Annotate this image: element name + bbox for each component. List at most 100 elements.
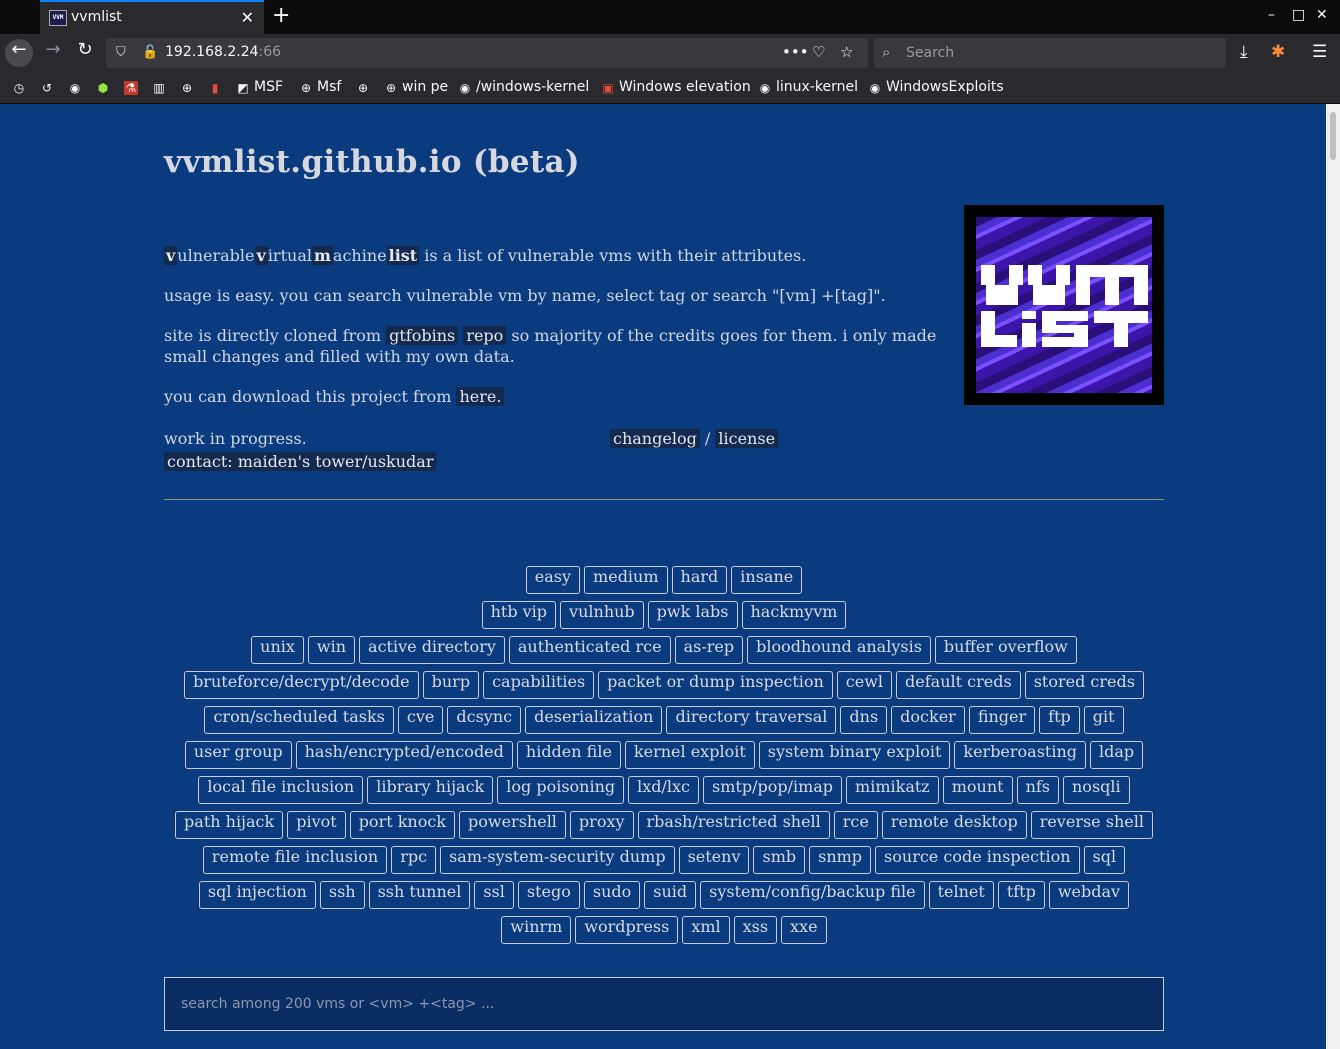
bookmark-globe[interactable]: ⊕ — [180, 79, 198, 95]
bookmark-linux-kernel[interactable]: ◉ linux-kernel — [758, 79, 858, 95]
tag-button[interactable]: snmp — [809, 846, 872, 874]
tag-button[interactable]: hash/encrypted/encoded — [295, 741, 513, 769]
tag-button[interactable]: docker — [891, 706, 965, 734]
tag-button[interactable]: local file inclusion — [198, 776, 364, 804]
license-link[interactable]: license — [715, 429, 779, 448]
tag-button[interactable]: port knock — [349, 811, 456, 839]
tag-button[interactable]: smtp/pop/imap — [703, 776, 843, 804]
back-button[interactable]: ← — [5, 39, 33, 67]
tag-button[interactable]: winrm — [501, 916, 572, 944]
tag-button[interactable]: log poisoning — [497, 776, 625, 804]
tag-button[interactable]: pivot — [287, 811, 346, 839]
tag-button[interactable]: capabilities — [483, 671, 595, 699]
tag-button[interactable]: sql — [1083, 846, 1126, 874]
tag-button[interactable]: rce — [833, 811, 878, 839]
gtfobins-link[interactable]: gtfobins — [386, 326, 459, 345]
scrollbar-thumb[interactable] — [1330, 112, 1336, 160]
tag-button[interactable]: ssl — [474, 881, 514, 909]
bookmark-flask[interactable]: ⚗ — [124, 79, 142, 95]
bookmark-windowsexploits[interactable]: ◉ WindowsExploits — [868, 79, 1004, 95]
tag-button[interactable]: kernel exploit — [624, 741, 755, 769]
tag-button[interactable]: sam-system-security dump — [440, 846, 675, 874]
tag-button[interactable]: medium — [584, 566, 668, 594]
bookmark-star-icon[interactable]: ☆ — [840, 43, 853, 61]
tag-button[interactable]: dcsync — [447, 706, 522, 734]
tag-button[interactable]: easy — [525, 566, 581, 594]
tag-button[interactable]: burp — [422, 671, 480, 699]
vm-search-input[interactable] — [165, 978, 1163, 1030]
pocket-icon[interactable]: ♡ — [812, 43, 825, 61]
tag-button[interactable]: buffer overflow — [934, 636, 1077, 664]
tag-button[interactable]: system binary exploit — [758, 741, 951, 769]
tag-button[interactable]: as-rep — [674, 636, 744, 664]
tag-button[interactable]: unix — [251, 636, 304, 664]
forward-button[interactable]: → — [39, 39, 67, 67]
tag-button[interactable]: directory traversal — [666, 706, 837, 734]
tag-button[interactable]: sql injection — [198, 881, 316, 909]
tag-button[interactable]: xml — [682, 916, 730, 944]
tag-button[interactable]: library hijack — [367, 776, 494, 804]
tag-button[interactable]: path hijack — [175, 811, 284, 839]
tag-button[interactable]: system/config/backup file — [700, 881, 925, 909]
tag-button[interactable]: active directory — [359, 636, 505, 664]
tag-button[interactable]: rpc — [391, 846, 437, 874]
tag-button[interactable]: dns — [840, 706, 888, 734]
tag-button[interactable]: win — [307, 636, 356, 664]
tag-button[interactable]: setenv — [678, 846, 750, 874]
page-actions-icon[interactable]: ••• — [782, 43, 809, 61]
tag-button[interactable]: powershell — [459, 811, 566, 839]
bookmark-history[interactable]: ↺ — [40, 79, 58, 95]
tag-button[interactable]: ftp — [1039, 706, 1080, 734]
url-text[interactable]: 192.168.2.24:66 — [165, 44, 281, 60]
bookmark-windows-kernel[interactable]: ◉ /windows-kernel — [458, 79, 590, 95]
changelog-link[interactable]: changelog — [610, 429, 700, 448]
tag-button[interactable]: cewl — [836, 671, 893, 699]
page-scrollbar[interactable] — [1326, 104, 1340, 1049]
tag-button[interactable]: suid — [644, 881, 697, 909]
tag-button[interactable]: deserialization — [525, 706, 663, 734]
download-here-link[interactable]: here. — [456, 387, 505, 406]
downloads-icon[interactable]: ⤓ — [1240, 42, 1248, 62]
tag-button[interactable]: rbash/restricted shell — [637, 811, 830, 839]
tag-button[interactable]: cve — [397, 706, 444, 734]
tag-button[interactable]: stored creds — [1024, 671, 1144, 699]
tag-button[interactable]: pwk labs — [647, 601, 738, 629]
tag-button[interactable]: source code inspection — [875, 846, 1080, 874]
minimize-button[interactable]: – — [1268, 7, 1275, 23]
tag-button[interactable]: git — [1083, 706, 1124, 734]
close-window-button[interactable]: ✕ — [1316, 7, 1328, 23]
tag-button[interactable]: lxd/lxc — [628, 776, 700, 804]
tag-button[interactable]: wordpress — [575, 916, 679, 944]
tag-button[interactable]: ldap — [1090, 741, 1144, 769]
tag-button[interactable]: bruteforce/decrypt/decode — [184, 671, 419, 699]
tag-button[interactable]: nfs — [1016, 776, 1059, 804]
tag-button[interactable]: packet or dump inspection — [598, 671, 833, 699]
tag-button[interactable]: nosqli — [1063, 776, 1130, 804]
tag-button[interactable]: default creds — [896, 671, 1021, 699]
bookmark-msf-image[interactable]: ◩ MSF — [236, 79, 283, 95]
tag-button[interactable]: insane — [731, 566, 803, 594]
vm-search-box[interactable] — [164, 977, 1164, 1031]
bookmark-windows-elevation[interactable]: ▣ Windows elevation — [601, 79, 750, 95]
tag-button[interactable]: stego — [517, 881, 580, 909]
browser-search-bar[interactable]: ⌕ Search — [874, 38, 1226, 68]
tag-button[interactable]: reverse shell — [1030, 811, 1153, 839]
tag-button[interactable]: kerberoasting — [954, 741, 1087, 769]
tag-button[interactable]: user group — [184, 741, 292, 769]
tag-button[interactable]: mimikatz — [846, 776, 939, 804]
tag-button[interactable]: finger — [968, 706, 1036, 734]
reload-button[interactable]: ↻ — [71, 39, 99, 67]
tag-button[interactable]: vulnhub — [560, 601, 644, 629]
new-tab-button[interactable]: + — [272, 3, 290, 28]
repo-link[interactable]: repo — [463, 326, 507, 345]
menu-icon[interactable]: ☰ — [1312, 42, 1327, 62]
tag-button[interactable]: hidden file — [516, 741, 621, 769]
tag-button[interactable]: telnet — [928, 881, 994, 909]
tag-button[interactable]: mount — [942, 776, 1013, 804]
tag-button[interactable]: xxe — [781, 916, 827, 944]
shield-icon[interactable]: ⛉ — [116, 45, 126, 60]
bookmark-win-pe[interactable]: ⊕ win pe — [384, 79, 448, 95]
tag-button[interactable]: remote file inclusion — [202, 846, 388, 874]
tag-button[interactable]: authenticated rce — [508, 636, 671, 664]
tag-button[interactable]: htb vip — [481, 601, 557, 629]
